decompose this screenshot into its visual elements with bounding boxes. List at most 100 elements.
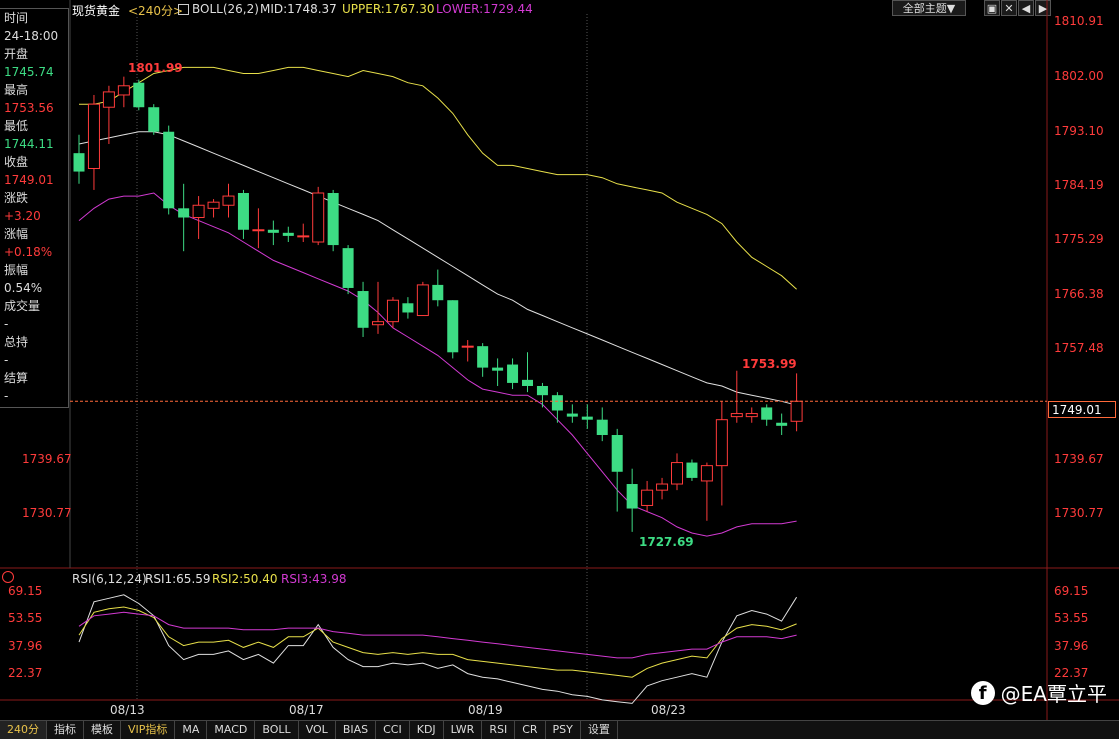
tab-bias[interactable]: BIAS <box>336 721 377 739</box>
change-value: +3.20 <box>4 209 41 223</box>
candle-body <box>282 232 294 236</box>
candle-body <box>461 345 474 348</box>
candle-body <box>73 153 85 172</box>
tab-cr[interactable]: CR <box>515 721 546 739</box>
rsi-axis-left-0: 69.15 <box>8 584 43 598</box>
annotation-recent-high: 1753.99 <box>742 357 797 371</box>
tab-vol[interactable]: VOL <box>299 721 336 739</box>
pct-label: 涨幅 <box>4 227 29 241</box>
candle-body <box>611 435 623 472</box>
boll-upper-line <box>79 66 797 290</box>
watermark: f @EA覃立平 <box>970 678 1107 707</box>
candle-body <box>432 284 444 301</box>
close-label: 收盘 <box>4 155 29 169</box>
price-axis-4: 1775.29 <box>1054 232 1104 246</box>
price-axis-6: 1757.48 <box>1054 341 1104 355</box>
candle-body <box>477 346 489 368</box>
candle-body <box>222 195 235 206</box>
candle-body <box>312 192 325 243</box>
date-label-2: 08/19 <box>468 703 503 717</box>
rsi3-line <box>78 611 797 659</box>
candle-body <box>327 192 339 246</box>
candle-body <box>357 291 369 328</box>
candle-body <box>416 284 429 317</box>
candle-body <box>297 235 310 238</box>
price-axis-0: 1810.91 <box>1054 14 1104 28</box>
watermark-text: @EA覃立平 <box>1000 682 1107 706</box>
candle-body <box>163 131 175 209</box>
price-axis-5: 1766.38 <box>1054 287 1104 301</box>
facebook-icon: f <box>970 680 995 705</box>
rsi-axis-right-0: 69.15 <box>1054 584 1089 598</box>
candle-body <box>178 208 190 218</box>
candle-body <box>671 462 683 485</box>
candle-body <box>252 229 265 232</box>
rsi-axis-right-1: 53.55 <box>1054 611 1089 625</box>
candle-body <box>776 422 788 426</box>
candle-body <box>102 91 115 108</box>
rsi2-line <box>78 606 797 678</box>
left-axis-1: 1739.67 <box>22 452 72 466</box>
candle-body <box>237 192 249 230</box>
candle-body <box>87 103 100 169</box>
candle-body <box>686 462 698 478</box>
candle-body <box>551 395 563 411</box>
candle-body <box>715 419 728 467</box>
open-label: 开盘 <box>4 47 29 61</box>
settle-value: - <box>4 389 9 403</box>
candle-body <box>536 385 548 396</box>
tab-period[interactable]: 240分 <box>0 721 47 739</box>
boll-mid-line <box>78 131 797 406</box>
annotation-low: 1727.69 <box>639 535 694 549</box>
amp-value: 0.54% <box>4 281 43 295</box>
pct-value: +0.18% <box>4 245 53 259</box>
price-axis-2: 1793.10 <box>1054 124 1104 138</box>
candle-body <box>133 82 145 108</box>
tab-lwr[interactable]: LWR <box>444 721 483 739</box>
amp-label: 振幅 <box>4 263 29 277</box>
candle-body <box>192 204 205 219</box>
candle-body <box>641 489 654 506</box>
rsi-axis-left-3: 22.37 <box>8 666 43 680</box>
tab-template[interactable]: 模板 <box>84 721 121 739</box>
rsi-title[interactable]: RSI(6,12,24) <box>72 572 147 586</box>
tab-rsi[interactable]: RSI <box>482 721 516 739</box>
tab-indicator[interactable]: 指标 <box>47 721 84 739</box>
tab-settings[interactable]: 设置 <box>581 721 618 739</box>
price-chart[interactable] <box>0 0 1119 738</box>
price-axis-3: 1784.19 <box>1054 178 1104 192</box>
tab-ma[interactable]: MA <box>175 721 208 739</box>
tab-cci[interactable]: CCI <box>376 721 410 739</box>
vol-value: - <box>4 317 9 331</box>
candle-body <box>148 107 160 132</box>
candle-body <box>386 299 399 323</box>
candle-body <box>492 367 504 371</box>
candle-body <box>402 303 414 313</box>
rsi-settings-icon[interactable] <box>2 571 14 583</box>
price-axis-8: 1730.77 <box>1054 506 1104 520</box>
left-axis-2: 1730.77 <box>22 506 72 520</box>
candle-body <box>566 413 578 417</box>
boll-lower-line <box>78 192 797 537</box>
tab-kdj[interactable]: KDJ <box>410 721 444 739</box>
rsi1-value: RSI1:65.59 <box>145 572 211 586</box>
candle-body <box>447 300 459 353</box>
tab-macd[interactable]: MACD <box>207 721 256 739</box>
candle-body <box>522 379 533 386</box>
settle-label: 结算 <box>4 371 29 385</box>
bar-info-panel: 时间 24-18:00 开盘 1745.74 最高 1753.56 最低 174… <box>0 8 69 408</box>
candle-body <box>372 321 384 326</box>
tab-psy[interactable]: PSY <box>546 721 581 739</box>
candle-body <box>745 413 758 418</box>
tab-vip-indicator[interactable]: VIP指标 <box>121 721 176 739</box>
open-value: 1745.74 <box>4 65 54 79</box>
candle-body <box>581 416 593 420</box>
rsi2-value: RSI2:50.40 <box>212 572 278 586</box>
tab-boll[interactable]: BOLL <box>255 721 299 739</box>
oi-label: 总持 <box>4 335 29 349</box>
candle-body <box>117 85 130 96</box>
date-label-3: 08/23 <box>651 703 686 717</box>
rsi-axis-left-2: 37.96 <box>8 639 43 653</box>
low-value: 1744.11 <box>4 137 54 151</box>
time-value: 24-18:00 <box>4 29 59 43</box>
